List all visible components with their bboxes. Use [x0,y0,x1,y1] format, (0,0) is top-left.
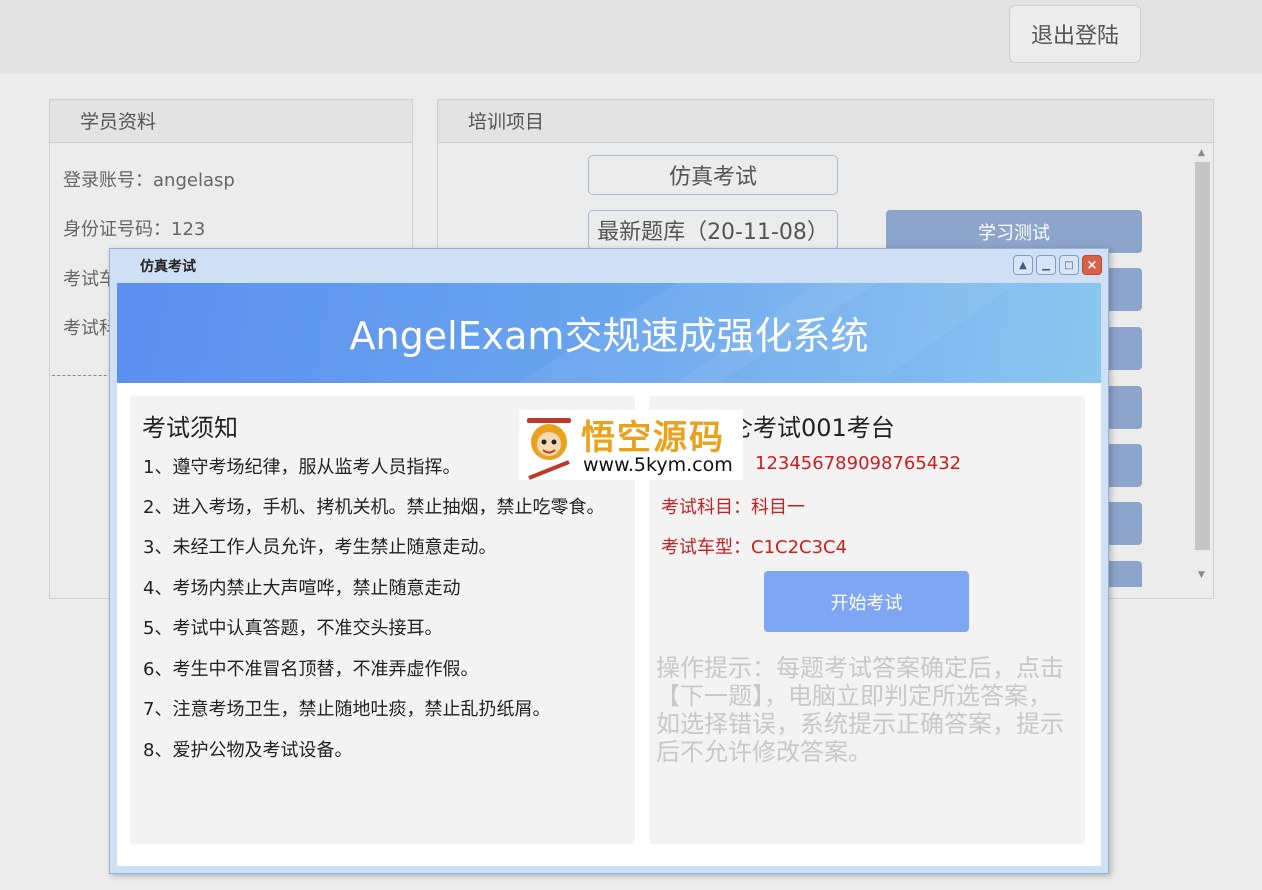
scroll-up-icon[interactable]: ▲ [1198,148,1205,158]
exam-room-name: 仑考试001考台 [729,414,895,442]
rule-item: 5、考试中认真答题，不准交头接耳。 [143,618,443,639]
student-info-title: 学员资料 [50,100,412,143]
rule-item: 4、考场内禁止大声喧哗，禁止随意走动 [143,578,461,599]
logout-button[interactable]: 退出登陆 [1009,5,1141,63]
id-number-value: 12345678909876543​2 [755,453,962,474]
rule-item: 1、遵守考场纪律，服从监考人员指挥。 [143,457,461,478]
close-icon[interactable]: × [1082,255,1102,275]
rule-item: 8、爱护公物及考试设备。 [143,740,353,761]
rule-item: 2、进入考场，手机、拷机关机。禁止抽烟，禁止吃零食。 [143,497,605,518]
maximize-icon[interactable]: □ [1059,255,1079,275]
simulate-exam-dialog: 仿真考试 ▲ ▁ □ × AngelExam交规速成强化系统 考试须知 1、遵守… [109,248,1109,874]
scroll-down-icon[interactable]: ▼ [1198,570,1205,580]
scroll-thumb[interactable] [1195,162,1210,550]
start-exam-button[interactable]: 开始考试 [764,571,969,632]
exam-car-type: 考试车型：C1C2C3C4 [661,537,848,558]
operation-hint: 操作提示：每题考试答案确定后，点击【下一题】，电脑立即判定所选答案，如选择错误，… [656,654,1064,766]
rule-item: 3、未经工作人员允许，考生禁止随意走动。 [143,537,497,558]
banner: AngelExam交规速成强化系统 [117,283,1101,383]
question-bank-button[interactable]: 最新题库（20-11-08） [588,210,838,250]
rule-item: 7、注意考场卫生，禁止随地吐痰，禁止乱扔纸屑。 [143,699,551,720]
top-bar: 退出登陆 [0,0,1262,74]
study-test-button[interactable]: 学习测试 [886,210,1142,253]
watermark-url: www.5kym.com [583,454,733,476]
window-controls: ▲ ▁ □ × [1013,255,1102,275]
watermark: 悟空源码 www.5kym.com [519,410,743,480]
exam-subject: 考试科目：科目一 [661,497,805,518]
watermark-text: 悟空源码 [581,418,725,458]
monkey-logo-icon [527,418,571,480]
simulate-exam-button[interactable]: 仿真考试 [588,155,838,195]
training-title: 培训项目 [438,100,1213,143]
dialog-body: AngelExam交规速成强化系统 考试须知 1、遵守考场纪律，服从监考人员指挥… [117,283,1101,866]
minimize-icon[interactable]: ▲ [1013,255,1033,275]
banner-title: AngelExam交规速成强化系统 [349,314,869,358]
rules-heading: 考试须知 [142,414,238,442]
scrollbar[interactable]: ▲ ▼ [1194,144,1212,588]
restore-icon[interactable]: ▁ [1036,255,1056,275]
divider [52,375,112,376]
account-label: 登录账号：angelasp [63,170,235,191]
dialog-title: 仿真考试 [140,259,196,275]
rule-item: 6、考生中不准冒名顶替，不准弄虚作假。 [143,659,479,680]
id-number-label: 身份证号码：123 [63,219,206,240]
